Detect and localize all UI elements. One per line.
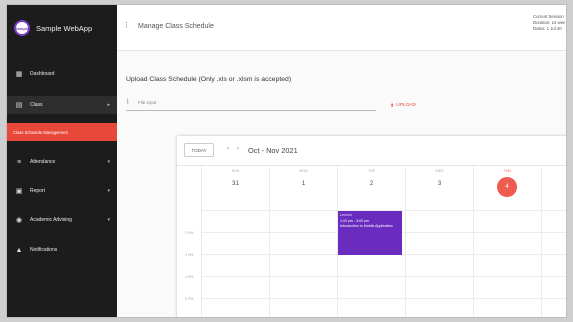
sidebar-item-class-schedule-management[interactable]: Class Schedule Management xyxy=(7,123,117,141)
day-column[interactable]: MON 1 xyxy=(269,166,337,317)
event-title: Introduction to Mobile Application xyxy=(340,224,393,228)
day-of-week: MON xyxy=(299,169,308,173)
session-dates: Dates: 1 Jul 20 xyxy=(533,26,562,31)
sidebar-item-report[interactable]: ▣ Report ▾ xyxy=(7,182,117,200)
sidebar-item-academic-advising[interactable]: ◉ Academic Advising ▾ xyxy=(7,211,117,229)
sidebar-item-notifications[interactable]: ▲ Notifications xyxy=(7,241,117,259)
file-input[interactable]: ⌇ File input xyxy=(126,97,376,111)
time-label: 5 PM xyxy=(185,297,194,301)
day-number: 1 xyxy=(301,181,306,187)
upload-heading: Upload Class Schedule (Only .xls or .xls… xyxy=(126,76,292,83)
day-column[interactable]: SUN 31 xyxy=(201,166,269,317)
sidebar-item-label: Attendance xyxy=(30,159,56,165)
file-input-placeholder: File input xyxy=(138,100,157,105)
date-range: Oct - Nov 2021 xyxy=(248,146,298,155)
attendance-icon: ≡ xyxy=(16,158,22,166)
day-column-today[interactable]: THU 4 xyxy=(473,166,541,317)
hour-line xyxy=(201,298,566,299)
class-icon: ▤ xyxy=(15,102,23,109)
calendar-event[interactable]: Lecture 1:00 pm - 3:00 pm Introduction t… xyxy=(338,211,402,255)
bell-icon: ▲ xyxy=(15,246,23,254)
prev-icon[interactable]: ‹ xyxy=(227,146,229,152)
app-window: Sample Sample WebApp ▦ Dashboard ▤ Class… xyxy=(6,4,567,318)
day-of-week: TUE xyxy=(368,169,375,173)
brand[interactable]: Sample Sample WebApp xyxy=(7,5,117,51)
time-label: 3 PM xyxy=(185,253,194,257)
upload-button[interactable]: ⬆ UPLOAD xyxy=(379,97,427,114)
chevron-down-icon: ▾ xyxy=(107,188,110,194)
chevron-right-icon: ▸ xyxy=(107,102,110,108)
hour-line xyxy=(201,276,566,277)
top-bar: ⁝ Manage Class Schedule Current Session … xyxy=(117,5,566,51)
day-of-week: THU xyxy=(503,169,512,173)
day-column[interactable] xyxy=(541,166,566,317)
day-number: 2 xyxy=(369,181,374,187)
sidebar-item-label: Notifications xyxy=(30,247,58,253)
chevron-down-icon: ▾ xyxy=(107,217,110,223)
next-icon[interactable]: › xyxy=(237,146,239,152)
sidebar-item-label: Class Schedule Management xyxy=(13,129,68,135)
day-number: 31 xyxy=(232,181,239,187)
day-number: 3 xyxy=(437,181,442,187)
day-of-week: SUN xyxy=(231,169,240,173)
day-of-week: WED xyxy=(435,169,444,173)
advising-icon: ◉ xyxy=(15,217,23,224)
time-label: 4 PM xyxy=(185,275,194,279)
calendar-toolbar: TODAY ‹ › Oct - Nov 2021 xyxy=(177,136,566,166)
chevron-down-icon: ▾ xyxy=(107,159,110,165)
today-button[interactable]: TODAY xyxy=(184,143,214,157)
sidebar-item-label: Academic Advising xyxy=(30,217,72,223)
menu-dots-icon[interactable]: ⁝ xyxy=(125,20,128,31)
session-info: Current Session Duration: 14 wee Dates: … xyxy=(533,14,565,32)
paperclip-icon: ⌇ xyxy=(126,99,130,106)
report-icon: ▣ xyxy=(15,188,23,195)
sidebar-item-label: Class xyxy=(30,102,43,108)
sidebar-item-attendance[interactable]: ≡ Attendance ▾ xyxy=(7,153,117,171)
sidebar-item-dashboard[interactable]: ▦ Dashboard xyxy=(7,65,117,83)
day-column[interactable]: WED 3 xyxy=(405,166,473,317)
main-content: ⁝ Manage Class Schedule Current Session … xyxy=(117,5,566,317)
upload-icon: ⬆ xyxy=(390,102,395,109)
sidebar-item-label: Report xyxy=(30,188,46,194)
time-label: 2 PM xyxy=(185,231,194,235)
sidebar-item-class[interactable]: ▤ Class ▸ xyxy=(7,96,117,114)
page-title: Manage Class Schedule xyxy=(138,23,214,30)
upload-button-label: UPLOAD xyxy=(396,103,416,108)
calendar: TODAY ‹ › Oct - Nov 2021 SUN 31 MON 1 TU… xyxy=(177,136,566,317)
app-logo: Sample xyxy=(14,20,30,36)
dashboard-icon: ▦ xyxy=(15,71,23,78)
sidebar-item-label: Dashboard xyxy=(30,71,55,77)
today-date-badge: 4 xyxy=(497,177,517,197)
app-name: Sample WebApp xyxy=(36,23,93,33)
sidebar: Sample Sample WebApp ▦ Dashboard ▤ Class… xyxy=(7,5,117,317)
